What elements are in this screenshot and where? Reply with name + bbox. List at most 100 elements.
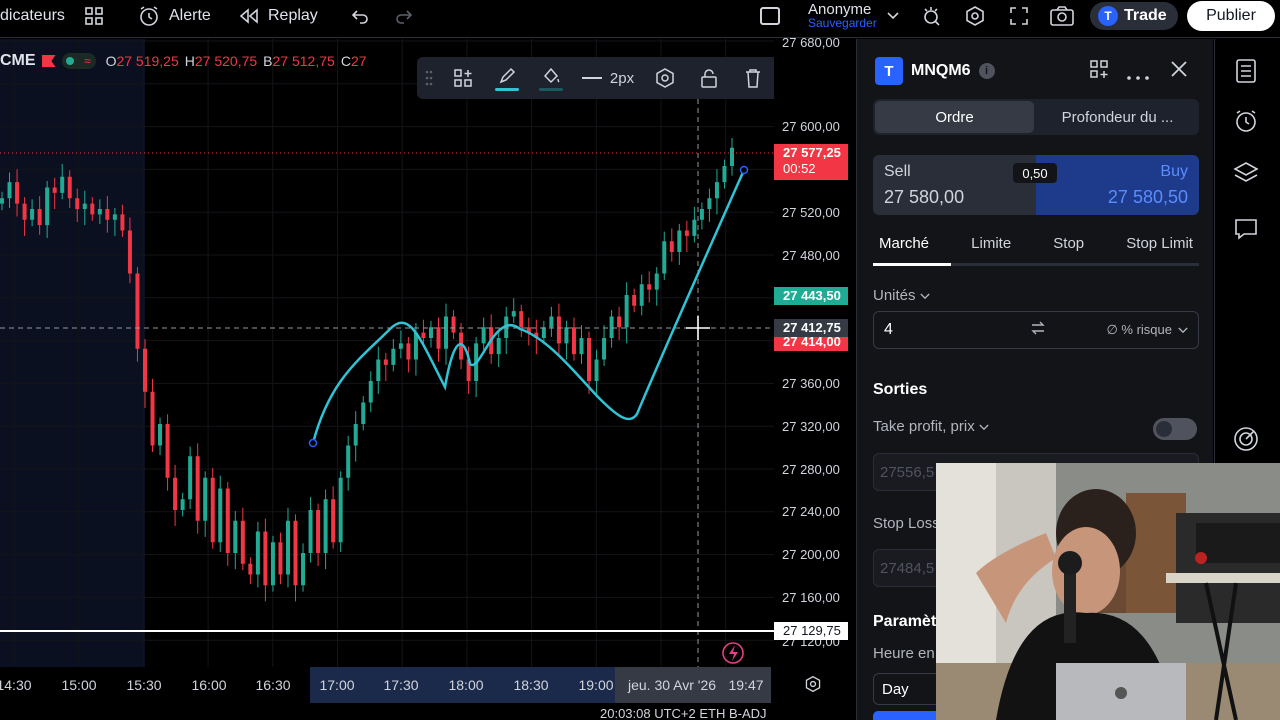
- watchlist-icon[interactable]: [1230, 55, 1262, 87]
- units-input[interactable]: 4 ∅ % risque: [873, 311, 1199, 349]
- info-icon[interactable]: i: [978, 63, 995, 79]
- trade-button[interactable]: T Trade: [1090, 2, 1178, 30]
- replay-button[interactable]: Replay: [238, 0, 318, 32]
- line-width-icon: [581, 77, 602, 79]
- brush-drawing: [311, 168, 746, 445]
- template-icon[interactable]: [441, 57, 485, 99]
- alarm-icon[interactable]: [1230, 105, 1262, 137]
- order-type-stop-limit[interactable]: Stop Limit: [1120, 235, 1199, 252]
- candle-body: [240, 520, 245, 564]
- candle-body: [203, 477, 208, 521]
- sell-button[interactable]: Sell 27 580,00: [873, 155, 1036, 215]
- candle-body: [37, 209, 42, 226]
- market-status-icon[interactable]: ≈: [61, 53, 96, 69]
- account-name: Anonyme: [808, 1, 872, 18]
- sell-buy-selector: Sell 27 580,00 Buy 27 580,50 0,50: [873, 155, 1199, 215]
- candle-body: [353, 424, 358, 446]
- time-tick: 14:30: [0, 677, 32, 693]
- candle-body: [90, 203, 95, 215]
- candle-body: [52, 187, 57, 193]
- candle-body: [120, 214, 125, 231]
- trash-icon[interactable]: [731, 57, 775, 99]
- indicators-button[interactable]: dicateurs: [0, 0, 65, 32]
- target-icon[interactable]: [1230, 423, 1262, 455]
- take-profit-selector[interactable]: Take profit, prix: [873, 418, 989, 435]
- candle-body: [316, 510, 321, 553]
- candle-body: [541, 327, 546, 338]
- swap-icon[interactable]: [1030, 321, 1046, 340]
- chat-icon[interactable]: [1230, 213, 1262, 245]
- units-label: Unités: [873, 287, 916, 304]
- candle-body: [225, 488, 230, 553]
- account-switcher[interactable]: Anonyme Sauvegarder: [760, 0, 899, 32]
- candle-body: [481, 327, 486, 344]
- layout-grid-icon[interactable]: [84, 0, 104, 32]
- order-type-stop[interactable]: Stop: [1047, 235, 1090, 252]
- candle-body: [639, 284, 644, 306]
- time-in-force-label: Heure en: [873, 645, 935, 662]
- sell-price: 27 580,00: [884, 187, 965, 207]
- candle-body: [270, 542, 275, 586]
- timezone-status[interactable]: 20:03:08 UTC+2 ETH B-ADJ: [600, 706, 767, 720]
- lock-icon[interactable]: [687, 57, 731, 99]
- price-tick: 27 320,00: [782, 419, 840, 434]
- drag-handle-icon[interactable]: [417, 57, 441, 99]
- price-chart[interactable]: [0, 39, 774, 667]
- settings-icon[interactable]: [643, 57, 687, 99]
- horizontal-line-label: 27 129,75: [774, 622, 848, 640]
- candle-body: [654, 273, 659, 290]
- layout-icon[interactable]: [1089, 59, 1109, 84]
- close-label: C: [340, 53, 351, 69]
- risk-selector[interactable]: ∅ % risque: [1106, 322, 1172, 338]
- axis-settings-icon[interactable]: [804, 675, 822, 698]
- drawing-anchor-end: [739, 165, 749, 175]
- replay-label: Replay: [268, 7, 318, 24]
- tab-order[interactable]: Ordre: [875, 101, 1034, 133]
- exits-heading: Sorties: [873, 381, 928, 398]
- time-tick: 15:00: [61, 677, 97, 693]
- time-axis[interactable]: 14:30 15:00 15:30 16:00 16:30 17:00 17:3…: [0, 667, 854, 703]
- candle-body: [406, 343, 411, 360]
- chevron-down-icon: [979, 418, 989, 435]
- price-tick: 27 600,00: [782, 119, 840, 134]
- alert-button[interactable]: Alerte: [137, 0, 211, 32]
- fill-color-icon[interactable]: [529, 57, 573, 99]
- panel-tabs: Ordre Profondeur du ...: [873, 99, 1199, 135]
- candle-body: [511, 311, 516, 317]
- undo-icon[interactable]: [350, 0, 370, 32]
- take-profit-placeholder: 27556,5: [880, 463, 935, 481]
- fullscreen-icon[interactable]: [1008, 0, 1030, 32]
- order-type-market[interactable]: Marché: [873, 235, 935, 252]
- time-tick: 18:00: [448, 677, 484, 693]
- redo-icon[interactable]: [394, 0, 414, 32]
- candle-body: [647, 284, 652, 290]
- chart-area[interactable]: [0, 39, 774, 667]
- quick-search-icon[interactable]: [920, 0, 942, 32]
- publish-button[interactable]: Publier: [1187, 1, 1275, 31]
- more-icon[interactable]: [1127, 67, 1149, 85]
- trade-label: Trade: [1124, 7, 1167, 24]
- candle-body: [662, 241, 667, 274]
- sell-label: Sell: [884, 163, 911, 180]
- line-color-icon[interactable]: [485, 57, 529, 99]
- layers-icon[interactable]: [1230, 157, 1262, 189]
- tab-depth[interactable]: Profondeur du ...: [1038, 101, 1197, 133]
- camera-icon[interactable]: [1049, 0, 1075, 32]
- candle-body: [158, 424, 163, 446]
- buy-button[interactable]: Buy 27 580,50: [1036, 155, 1199, 215]
- price-axis[interactable]: 27 680,00 27 600,00 27 520,00 27 480,00 …: [774, 35, 854, 667]
- take-profit-toggle[interactable]: [1153, 418, 1197, 440]
- candle-body: [669, 241, 674, 252]
- settings-gear-icon[interactable]: [964, 0, 986, 32]
- order-type-limit[interactable]: Limite: [965, 235, 1017, 252]
- layout-square-icon: [760, 7, 780, 25]
- flag-icon[interactable]: [41, 55, 56, 67]
- line-width-button[interactable]: 2px: [573, 57, 643, 99]
- candle-body: [338, 477, 343, 543]
- candle-body: [135, 273, 140, 349]
- close-icon[interactable]: [1169, 59, 1189, 84]
- green-price-label: 27 443,50: [774, 287, 848, 305]
- panel-header: T MNQM6 i: [875, 57, 995, 85]
- units-selector[interactable]: Unités: [873, 287, 930, 304]
- candle-body: [22, 203, 27, 220]
